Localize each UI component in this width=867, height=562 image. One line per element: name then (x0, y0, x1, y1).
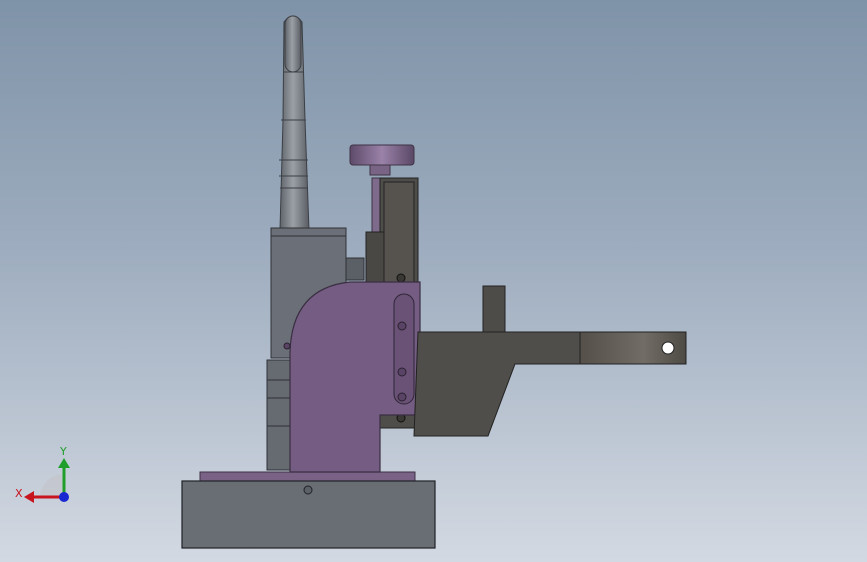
orientation-triad[interactable]: Y X (15, 445, 70, 503)
cad-viewport[interactable]: Y X (0, 0, 867, 562)
handle-lever (279, 15, 310, 231)
extension-arm (413, 285, 687, 437)
x-axis-arrowhead (24, 491, 34, 503)
base-block (181, 480, 436, 549)
y-axis-arrowhead (58, 458, 70, 468)
purple-frame (199, 281, 421, 483)
x-axis-label: X (15, 487, 23, 500)
y-axis-label: Y (59, 445, 67, 458)
z-axis-dot (59, 492, 69, 502)
